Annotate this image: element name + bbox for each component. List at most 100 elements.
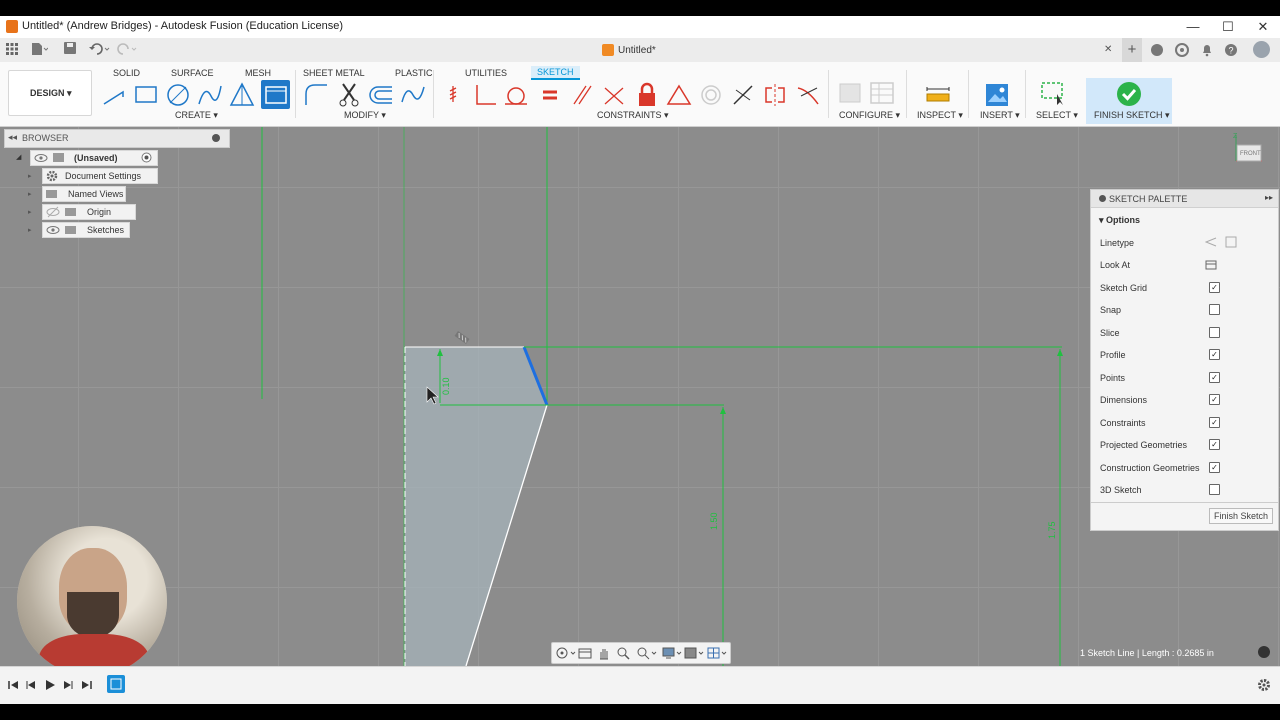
tab-surface[interactable]: SURFACE	[171, 68, 214, 78]
user-avatar[interactable]	[1253, 41, 1270, 58]
timeline-settings-gear-icon[interactable]	[1257, 678, 1271, 695]
slice-checkbox[interactable]	[1209, 327, 1220, 338]
timeline-previous-icon[interactable]	[25, 679, 37, 694]
tab-plastic[interactable]: PLASTIC	[395, 68, 433, 78]
coincident-constraint-icon[interactable]	[441, 82, 467, 108]
expand-document-settings-icon[interactable]: ▸	[28, 172, 32, 180]
tab-utilities[interactable]: UTILITIES	[465, 68, 507, 78]
expand-origin-icon[interactable]: ▸	[28, 208, 32, 216]
line-tool-icon[interactable]	[101, 82, 127, 108]
minimize-button[interactable]: —	[1176, 17, 1210, 37]
maximize-button[interactable]: ☐	[1211, 17, 1245, 37]
fillet-tool-icon[interactable]	[303, 82, 329, 108]
concentric-constraint-icon[interactable]	[698, 82, 724, 108]
close-window-button[interactable]: ✕	[1246, 17, 1280, 37]
profile-checkbox[interactable]: ✓	[1209, 349, 1220, 360]
zoom-icon[interactable]	[616, 646, 630, 660]
circle-tool-icon[interactable]	[165, 82, 191, 108]
display-settings-icon[interactable]	[662, 646, 682, 660]
finish-sketch-panel[interactable]: FINISH SKETCH ▾	[1086, 78, 1172, 124]
points-checkbox[interactable]: ✓	[1209, 372, 1220, 383]
redo-icon[interactable]	[117, 42, 139, 56]
fit-icon[interactable]	[636, 646, 657, 660]
parallel-constraint-icon[interactable]	[569, 82, 595, 108]
linetype-centerline-icon[interactable]	[1225, 236, 1237, 251]
close-tab-button[interactable]: ✕	[1104, 44, 1112, 55]
help-icon[interactable]: ?	[1224, 43, 1238, 60]
pan-icon[interactable]	[597, 646, 611, 660]
trim-tool-icon[interactable]	[336, 82, 362, 108]
spline-edit-icon[interactable]	[400, 82, 426, 108]
grid-settings-icon[interactable]	[707, 646, 727, 660]
browser-item-sketches[interactable]: Sketches	[42, 222, 130, 238]
snap-checkbox[interactable]	[1209, 304, 1220, 315]
fix-lock-icon[interactable]	[634, 82, 660, 108]
tab-sheet-metal[interactable]: SHEET METAL	[303, 68, 365, 78]
undo-icon[interactable]	[89, 42, 111, 56]
configure-table-icon[interactable]	[869, 80, 895, 106]
browser-item-document-settings[interactable]: Document Settings	[42, 168, 158, 184]
hidden-eye-icon[interactable]	[46, 205, 60, 223]
look-at-icon[interactable]	[578, 646, 592, 660]
save-icon[interactable]	[64, 42, 76, 56]
horizontal-vertical-icon[interactable]	[730, 82, 756, 108]
insert-image-icon[interactable]	[984, 82, 1010, 108]
select-group-label[interactable]: SELECT ▾	[1036, 110, 1078, 121]
measure-tool-icon[interactable]	[925, 82, 951, 108]
timeline-play-icon[interactable]	[44, 679, 56, 694]
timeline-first-icon[interactable]	[7, 679, 19, 694]
notifications-icon[interactable]	[1200, 43, 1214, 60]
midpoint-constraint-icon[interactable]	[666, 82, 692, 108]
visibility-eye-icon[interactable]	[46, 223, 60, 241]
linetype-construction-icon[interactable]	[1204, 236, 1217, 251]
document-tab-label[interactable]: Untitled*	[618, 45, 656, 56]
file-menu-icon[interactable]	[30, 42, 49, 56]
sketch-grid-checkbox[interactable]: ✓	[1209, 282, 1220, 293]
projected-geometries-checkbox[interactable]: ✓	[1209, 439, 1220, 450]
finish-sketch-check-icon[interactable]	[1117, 82, 1141, 106]
job-status-icon[interactable]	[1175, 43, 1189, 60]
rectangle-tool-icon[interactable]	[133, 82, 159, 108]
sketch-canvas[interactable]: 0.10 1.50 1.75	[0, 127, 1280, 666]
timeline-next-icon[interactable]	[62, 679, 74, 694]
collapse-browser-icon[interactable]: ◂◂	[8, 132, 17, 143]
offset-tool-icon[interactable]	[368, 82, 394, 108]
finish-sketch-button[interactable]: Finish Sketch	[1209, 508, 1274, 524]
symmetry-constraint-icon[interactable]	[762, 82, 788, 108]
palette-header[interactable]: SKETCH PALETTE ▸▸	[1091, 190, 1278, 208]
configure-group-label[interactable]: CONFIGURE ▾	[839, 110, 900, 121]
parameters-icon[interactable]	[838, 80, 864, 106]
app-grid-icon[interactable]	[6, 43, 18, 55]
browser-root-node[interactable]: (Unsaved)	[30, 150, 158, 166]
palette-options-icon[interactable]	[1099, 195, 1106, 202]
dimensions-checkbox[interactable]: ✓	[1209, 394, 1220, 405]
expand-root-icon[interactable]: ◢	[16, 153, 21, 161]
browser-item-named-views[interactable]: Named Views	[42, 186, 126, 202]
project-tool-icon[interactable]	[261, 80, 290, 109]
select-window-icon[interactable]	[1040, 80, 1066, 106]
polygon-tool-icon[interactable]	[229, 82, 255, 108]
palette-expand-icon[interactable]: ▸▸	[1265, 193, 1273, 202]
constraints-checkbox[interactable]: ✓	[1209, 417, 1220, 428]
look-at-button-icon[interactable]	[1205, 259, 1217, 274]
tangent-constraint-icon[interactable]	[503, 82, 529, 108]
extensions-icon[interactable]	[1150, 43, 1164, 60]
tab-mesh[interactable]: MESH	[245, 68, 271, 78]
timeline-sketch-feature[interactable]	[107, 675, 125, 693]
tab-solid[interactable]: SOLID	[113, 68, 140, 78]
curvature-constraint-icon[interactable]	[795, 82, 821, 108]
collinear-constraint-icon[interactable]	[601, 82, 627, 108]
collapse-options-icon[interactable]: ▾	[1099, 215, 1106, 225]
viewcube-face-label[interactable]: FRONT	[1240, 151, 1261, 157]
expand-sketches-icon[interactable]: ▸	[28, 226, 32, 234]
create-group-label[interactable]: CREATE ▾	[175, 110, 218, 121]
workspace-switcher[interactable]: DESIGN ▾	[8, 70, 92, 116]
construction-geometries-checkbox[interactable]: ✓	[1209, 462, 1220, 473]
tab-sketch[interactable]: SKETCH	[531, 66, 580, 80]
browser-panel-header[interactable]: ◂◂ BROWSER	[4, 129, 230, 148]
canvas-viewport[interactable]: 0.10 1.50 1.75 Z FRONT 1 Sketch Line | L…	[0, 127, 1280, 666]
activate-radio-icon[interactable]	[141, 152, 152, 167]
browser-options-icon[interactable]	[212, 134, 220, 142]
browser-item-origin[interactable]: Origin	[42, 204, 136, 220]
modify-group-label[interactable]: MODIFY ▾	[344, 110, 386, 121]
